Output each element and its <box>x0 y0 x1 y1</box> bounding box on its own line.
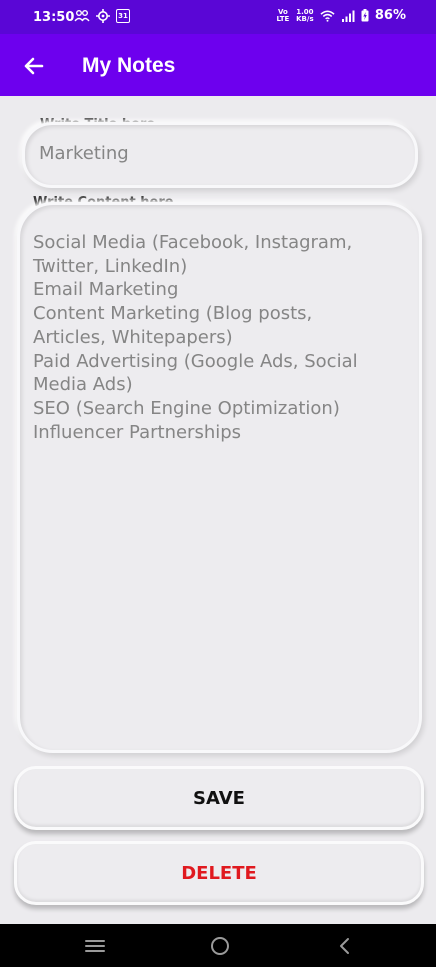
volte-indicator: Vo LTE <box>276 7 290 23</box>
content-line: Twitter, LinkedIn) <box>33 255 188 277</box>
data-speed-unit: KB/s <box>296 14 314 23</box>
content-line: Paid Advertising (Google Ads, Social <box>33 350 358 372</box>
title-field[interactable] <box>22 122 418 188</box>
back-icon[interactable] <box>330 934 360 958</box>
battery-percent: 86% <box>374 8 406 23</box>
content-line: Social Media (Facebook, Instagram, <box>33 232 353 253</box>
content-textarea[interactable]: Social Media (Facebook, Instagram, Twitt… <box>33 231 403 444</box>
signal-icon <box>341 10 355 22</box>
menu-icon[interactable] <box>80 934 110 958</box>
wifi-icon <box>320 10 335 22</box>
status-right-icons: Vo LTE 1.00 KB/s 86% <box>276 8 406 23</box>
data-speed: 1.00 KB/s <box>296 8 314 23</box>
status-left-icons: 31 <box>74 9 130 23</box>
content-line: Articles, Whitepapers) <box>33 326 233 348</box>
content-line: Media Ads) <box>33 374 133 396</box>
app-bar: My Notes <box>0 34 436 96</box>
content-line: Content Marketing (Blog posts, <box>33 303 313 325</box>
status-bar: 13:50 31 Vo LTE 1.00 KB/s 86% <box>0 0 436 34</box>
content-line: Influencer Partnerships <box>33 421 242 443</box>
calendar-icon: 31 <box>116 9 130 23</box>
people-icon <box>74 10 90 22</box>
delete-button[interactable]: DELETE <box>14 841 424 905</box>
back-arrow-icon[interactable] <box>20 52 48 80</box>
battery-charging-icon <box>361 9 369 22</box>
title-input[interactable] <box>39 143 389 164</box>
system-nav-bar <box>0 924 436 967</box>
content-field[interactable]: Social Media (Facebook, Instagram, Twitt… <box>17 202 422 753</box>
content-line: SEO (Search Engine Optimization) <box>33 397 340 419</box>
home-icon[interactable] <box>205 934 235 958</box>
content-line: Email Marketing <box>33 279 179 301</box>
status-time: 13:50 <box>33 10 75 25</box>
settings-sync-icon <box>96 9 110 23</box>
save-button[interactable]: SAVE <box>14 766 424 830</box>
page-title: My Notes <box>82 54 176 77</box>
